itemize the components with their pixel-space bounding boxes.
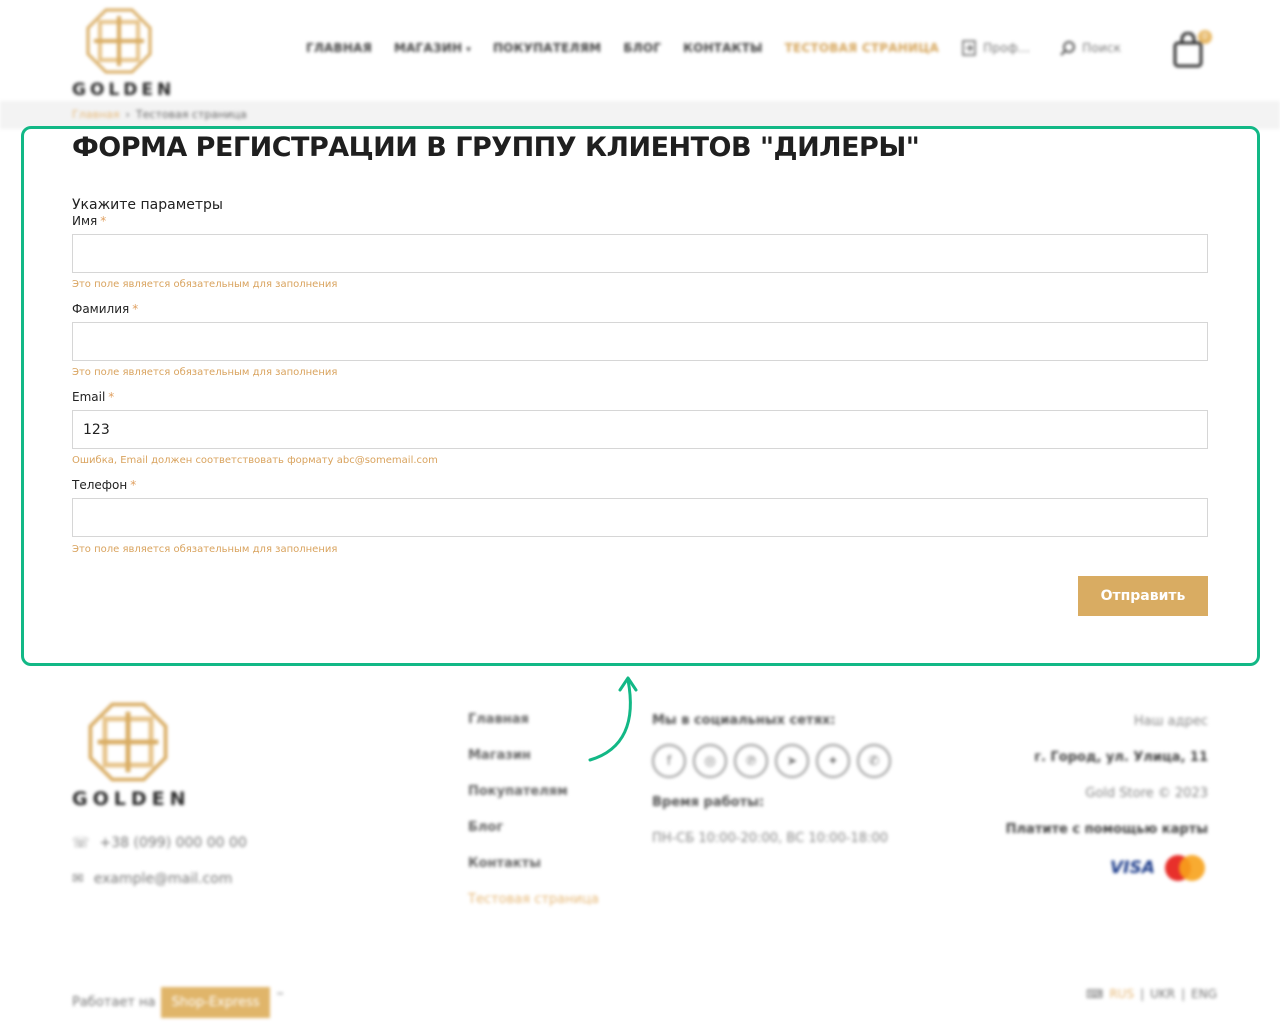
telegram-icon[interactable]: ➤ [775, 744, 809, 778]
translate-icon: ⌨ [1086, 987, 1104, 1001]
site-header: GOLDEN ГЛАВНАЯ МАГАЗИН ▾ ПОКУПАТЕЛЯМ БЛОГ… [0, 0, 1280, 100]
email-field[interactable] [72, 410, 1208, 449]
copyright: Gold Store © 2023 [1085, 786, 1208, 801]
footer-phone[interactable]: ☏ +38 (099) 000 00 00 [72, 835, 247, 851]
social-links: f ◎ ℗ ➤ ✦ ✆ [652, 744, 891, 778]
login-icon [962, 40, 976, 56]
powered-by: Работает на Shop-Express ™ [72, 987, 285, 1018]
first-name-error: Это поле является обязательным для запол… [72, 279, 338, 290]
whatsapp-icon[interactable]: ✆ [857, 744, 891, 778]
form-subtitle: Укажите параметры [72, 197, 223, 213]
social-title: Мы в социальных сетях: [652, 713, 836, 728]
chevron-down-icon: ▾ [466, 45, 471, 55]
nav-item-shop[interactable]: МАГАЗИН ▾ [394, 41, 471, 55]
footer-nav-customers[interactable]: Покупателям [468, 784, 599, 820]
last-name-input[interactable] [72, 322, 1208, 361]
nav-item-test-page[interactable]: ТЕСТОВАЯ СТРАНИЦА [785, 41, 939, 55]
lang-rus[interactable]: RUS [1109, 987, 1134, 1001]
lang-ukr[interactable]: UKR [1150, 987, 1175, 1001]
breadcrumb-current: Тестовая страница [135, 108, 247, 121]
lang-eng[interactable]: ENG [1191, 987, 1217, 1001]
footer-nav: Главная Магазин Покупателям Блог Контакт… [468, 712, 599, 928]
nav-item-blog[interactable]: БЛОГ [623, 41, 661, 55]
phone-error: Это поле является обязательным для запол… [72, 544, 338, 555]
footer-nav-test-page[interactable]: Тестовая страница [468, 892, 599, 928]
footer-nav-home[interactable]: Главная [468, 712, 599, 748]
main-nav: ГЛАВНАЯ МАГАЗИН ▾ ПОКУПАТЕЛЯМ БЛОГ КОНТАК… [306, 40, 1121, 56]
breadcrumb-home[interactable]: Главная [72, 108, 120, 121]
logo-wordmark: GOLDEN [72, 80, 176, 100]
address: г. Город, ул. Улица, 11 [1034, 750, 1208, 765]
logo-emblem-icon [86, 8, 152, 74]
mail-icon: ✉ [72, 871, 84, 887]
mastercard-icon [1165, 855, 1205, 881]
last-name-error: Это поле является обязательным для запол… [72, 367, 338, 378]
footer-logo[interactable]: GOLDEN [72, 702, 192, 810]
work-hours: ПН-СБ 10:00-20:00, ВС 10:00-18:00 [652, 831, 888, 846]
email-error: Ошибка, Email должен соответствовать фор… [72, 455, 438, 466]
header-logo[interactable]: GOLDEN [72, 8, 176, 100]
address-title: Наш адрес [1133, 714, 1208, 729]
visa-logo: VISA [1110, 858, 1155, 878]
cart-count-badge: 0 [1198, 30, 1212, 44]
search-icon [1060, 41, 1076, 56]
footer-logo-wordmark: GOLDEN [72, 788, 191, 810]
phone-icon: ☏ [72, 835, 90, 851]
footer-nav-blog[interactable]: Блог [468, 820, 599, 856]
nav-item-customers[interactable]: ПОКУПАТЕЛЯМ [493, 41, 601, 55]
page-title: ФОРМА РЕГИСТРАЦИИ В ГРУППУ КЛИЕНТОВ "ДИЛ… [72, 132, 920, 163]
search-button[interactable]: Поиск [1060, 40, 1121, 56]
pay-title: Платите с помощью карты [1005, 822, 1208, 837]
language-switcher: ⌨ RUS | UKR | ENG [1086, 987, 1218, 1001]
breadcrumb-separator: › [125, 108, 130, 121]
twitter-icon[interactable]: ✦ [816, 744, 850, 778]
pinterest-icon[interactable]: ℗ [734, 744, 768, 778]
footer-nav-shop[interactable]: Магазин [468, 748, 599, 784]
facebook-icon[interactable]: f [652, 744, 686, 778]
profile-link[interactable]: Проф... [961, 40, 1030, 56]
footer-nav-contacts[interactable]: Контакты [468, 856, 599, 892]
last-name-label: Фамилия * [72, 302, 139, 316]
phone-input[interactable] [72, 498, 1208, 537]
nav-item-home[interactable]: ГЛАВНАЯ [306, 41, 372, 55]
breadcrumb: Главная › Тестовая страница [72, 108, 247, 121]
submit-button[interactable]: Отправить [1078, 576, 1208, 616]
work-hours-title: Время работы: [652, 795, 765, 810]
instagram-icon[interactable]: ◎ [693, 744, 727, 778]
email-label: Email * [72, 390, 115, 404]
footer-email[interactable]: ✉ example@mail.com [72, 871, 232, 887]
first-name-input[interactable] [72, 234, 1208, 273]
first-name-label: Имя * [72, 214, 107, 228]
powered-by-badge[interactable]: Shop-Express [161, 987, 270, 1018]
phone-label: Телефон * [72, 478, 137, 492]
logo-emblem-icon [88, 702, 168, 782]
nav-item-contacts[interactable]: КОНТАКТЫ [683, 41, 763, 55]
